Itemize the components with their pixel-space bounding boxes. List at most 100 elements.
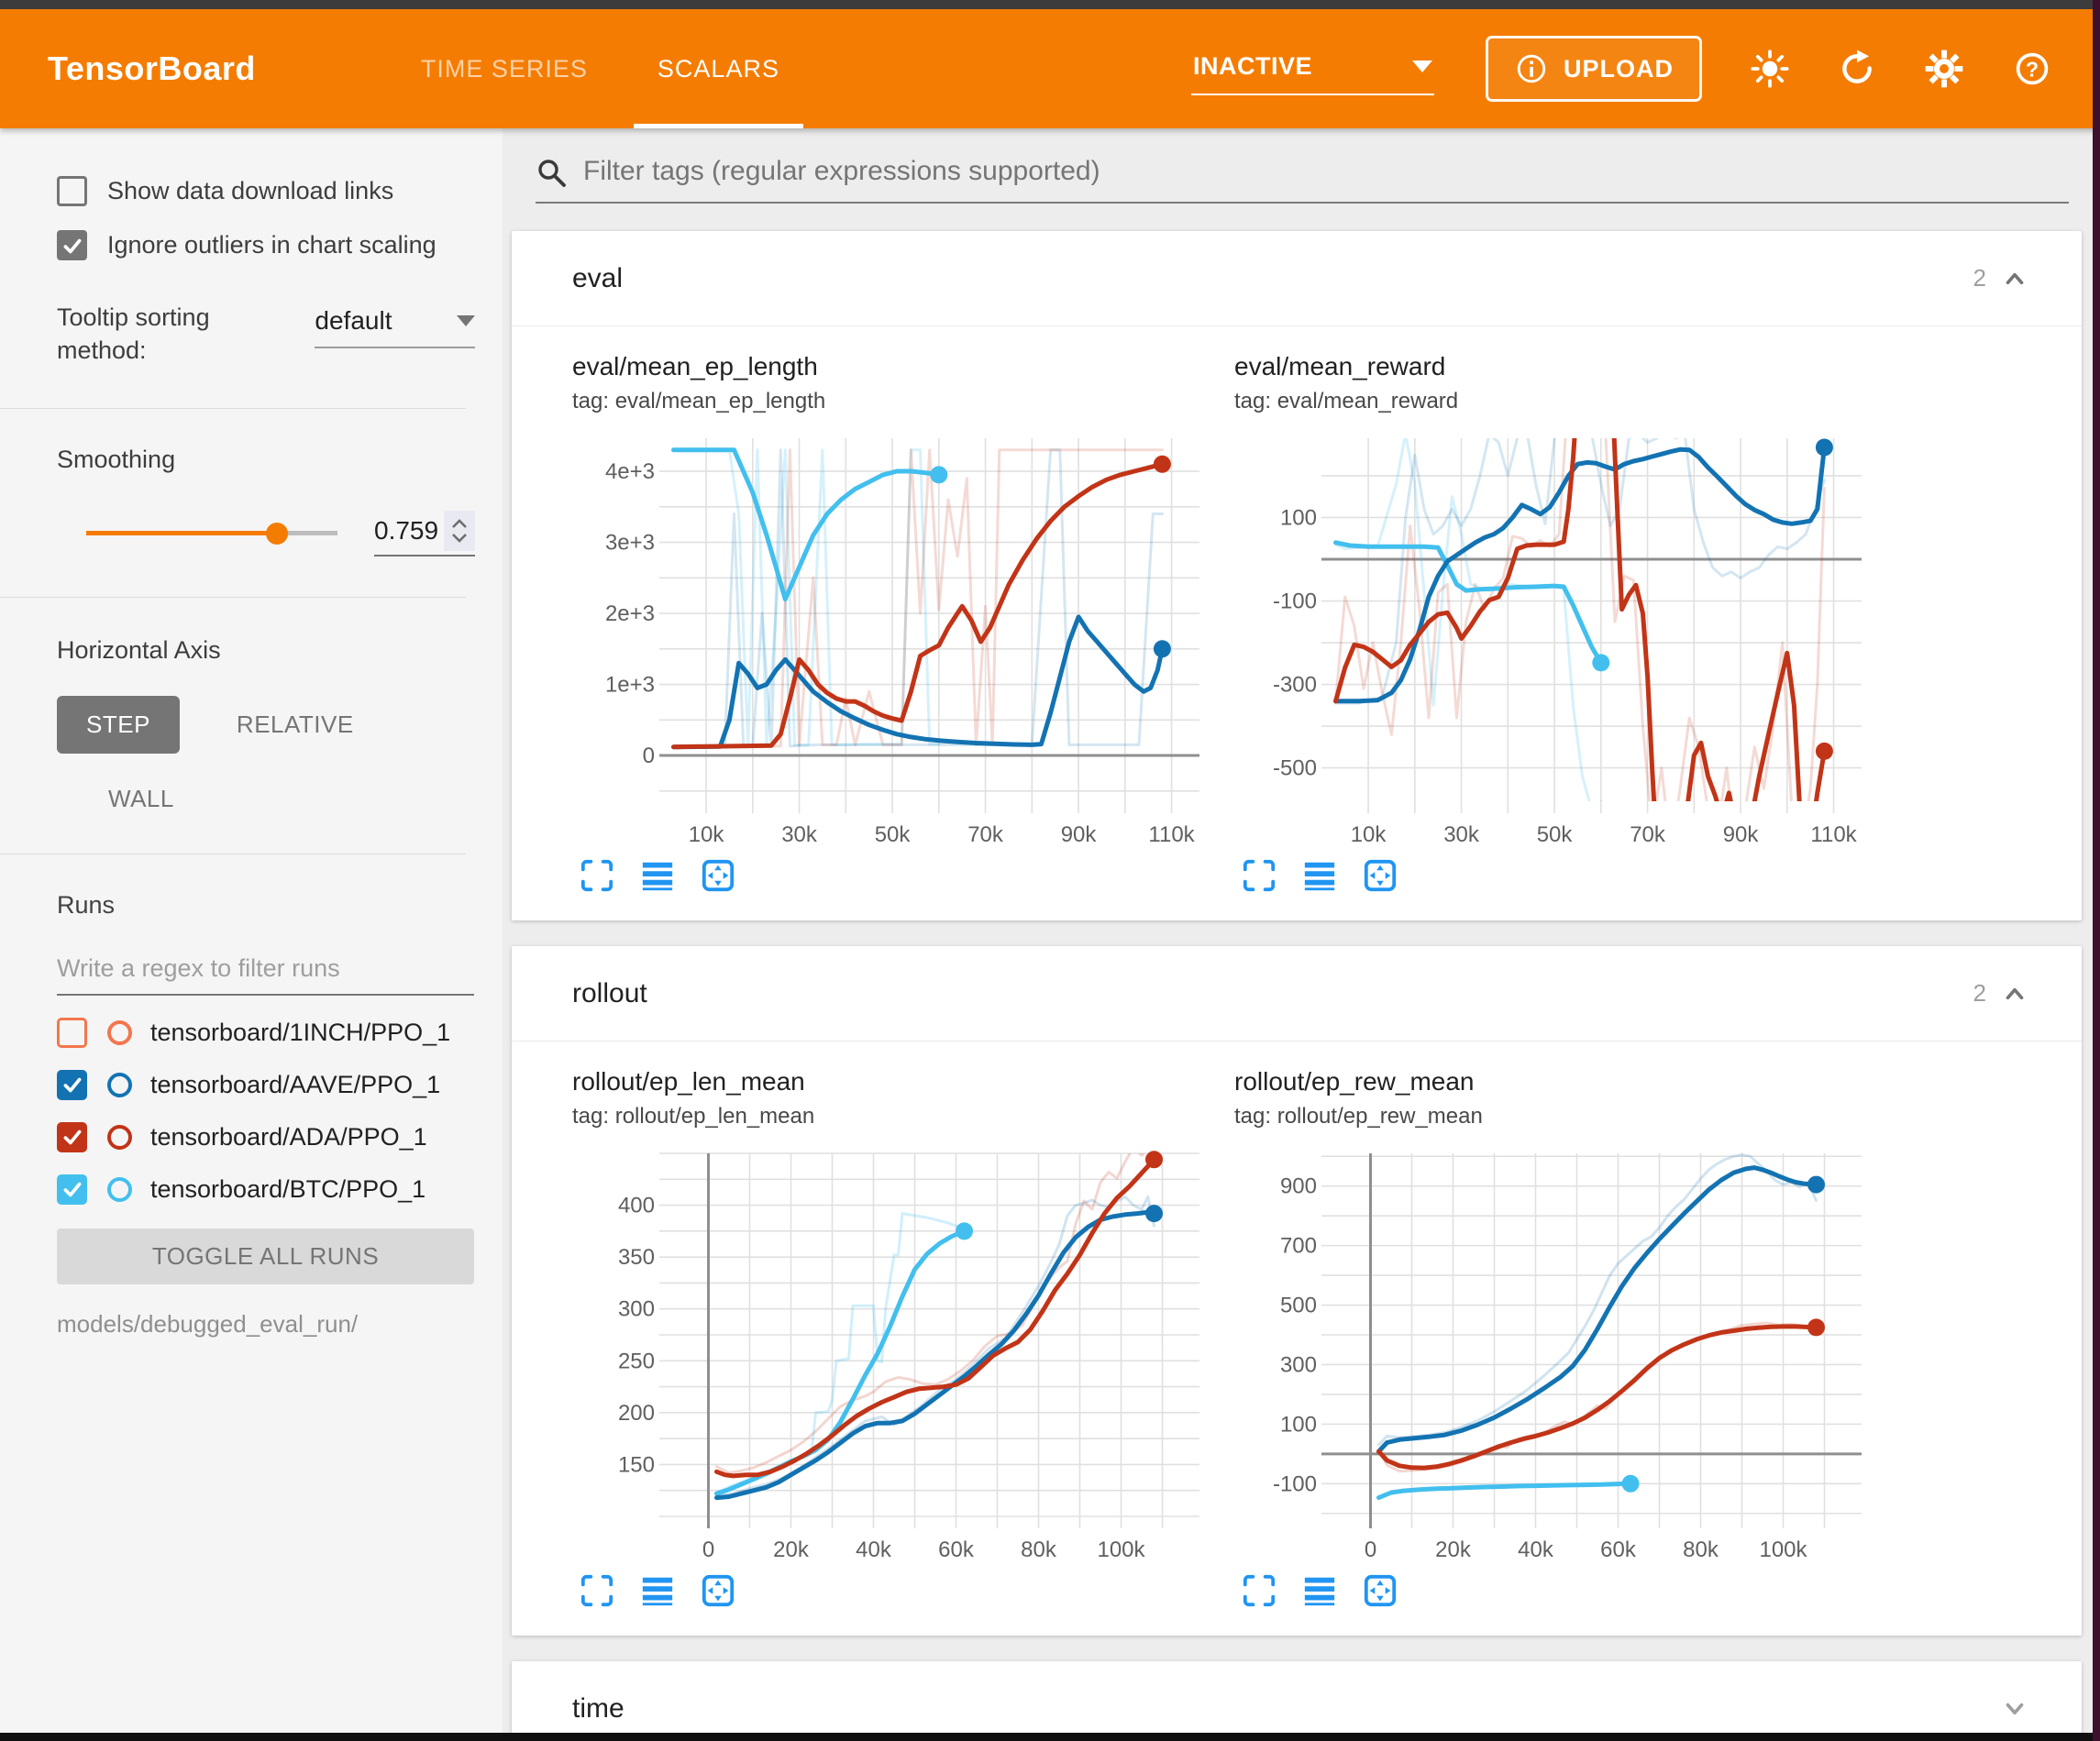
run-label: tensorboard/BTC/PPO_1 [150,1175,426,1204]
svg-text:400: 400 [618,1194,655,1218]
fullscreen-icon[interactable] [1242,1573,1277,1608]
chart-title: rollout/ep_rew_mean [1234,1067,1876,1096]
fullscreen-icon[interactable] [580,1573,614,1608]
upload-label: UPLOAD [1564,55,1674,83]
tab-scalars[interactable]: SCALARS [623,9,814,128]
chart-actions [1234,858,1876,893]
status-dropdown[interactable]: INACTIVE [1191,43,1434,95]
section-eval-charts: eval/mean_ep_length tag: eval/mean_ep_le… [512,326,2082,920]
runs-table-icon[interactable] [640,1573,675,1608]
fit-data-icon[interactable] [701,858,735,893]
section-eval: eval 2 eval/mean_ep_length tag: eval/mea… [512,231,2082,920]
svg-text:100: 100 [1280,505,1317,530]
run-checkbox[interactable] [57,1018,87,1048]
sidebar-divider [0,408,466,409]
help-icon[interactable]: ? [2012,49,2052,89]
svg-text:-500: -500 [1273,756,1317,781]
stepper-icon[interactable] [444,511,475,551]
axis-step-button[interactable]: STEP [57,696,180,754]
sidebar-divider [0,597,466,598]
smoothing-slider[interactable] [86,531,337,535]
ignore-outliers-label: Ignore outliers in chart scaling [107,231,437,259]
ignore-outliers-checkbox[interactable] [57,230,87,260]
refresh-icon[interactable] [1838,50,1876,88]
run-color-circle [107,1177,132,1202]
run-row[interactable]: tensorboard/AAVE/PPO_1 [57,1070,475,1100]
svg-text:90k: 90k [1723,822,1760,847]
smoothing-label: Smoothing [57,446,475,474]
upload-button[interactable]: UPLOAD [1486,36,1702,102]
runs-table-icon[interactable] [640,858,675,893]
fit-data-icon[interactable] [701,1573,735,1608]
section-rollout-header[interactable]: rollout 2 [512,946,2082,1041]
chart-plot[interactable]: 10k30k50k70k90k110k01e+32e+33e+34e+3 [572,427,1214,851]
section-eval-header[interactable]: eval 2 [512,231,2082,326]
chevron-down-icon[interactable] [2001,1695,2028,1723]
horizontal-axis-label: Horizontal Axis [57,636,475,665]
svg-text:110k: 110k [1810,822,1857,847]
runs-root-path: models/debugged_eval_run/ [57,1310,475,1339]
svg-text:20k: 20k [773,1537,810,1562]
chevron-up-icon[interactable] [2001,980,2028,1008]
axis-relative-button[interactable]: RELATIVE [237,711,354,739]
fit-data-icon[interactable] [1363,1573,1398,1608]
run-checkbox[interactable] [57,1070,87,1100]
svg-text:60k: 60k [1600,1537,1637,1562]
svg-text:300: 300 [618,1297,655,1322]
smoothing-value-field[interactable]: 0.759 [374,511,475,556]
runs-filter-input[interactable] [57,945,474,996]
chevron-up-icon[interactable] [2001,265,2028,292]
app-header: TensorBoard TIME SERIES SCALARS INACTIVE… [0,9,2100,128]
section-rollout: rollout 2 rollout/ep_len_mean tag: rollo… [512,946,2082,1636]
info-icon [1514,51,1549,86]
chart-plot[interactable]: 020k40k60k80k100k150200250300350400 [572,1142,1214,1566]
section-rollout-charts: rollout/ep_len_mean tag: rollout/ep_len_… [512,1041,2082,1636]
ignore-outliers-row[interactable]: Ignore outliers in chart scaling [57,230,475,260]
slider-thumb[interactable] [266,523,288,545]
header-actions: INACTIVE UPLOAD [1191,36,2052,102]
fullscreen-icon[interactable] [580,858,614,893]
run-color-circle [107,1125,132,1150]
runs-table-icon[interactable] [1302,1573,1337,1608]
chart-plot[interactable]: 10k30k50k70k90k110k100-100-300-500 [1234,427,1876,851]
chart-block: eval/mean_ep_length tag: eval/mean_ep_le… [572,352,1214,893]
run-checkbox[interactable] [57,1174,87,1205]
brightness-icon[interactable] [1750,49,1790,89]
chart-tag: tag: eval/mean_ep_length [572,389,1214,414]
svg-text:150: 150 [618,1452,655,1477]
svg-text:-100: -100 [1273,590,1317,614]
fit-data-icon[interactable] [1363,858,1398,893]
axis-wall-button[interactable]: WALL [108,785,174,813]
svg-text:30k: 30k [781,822,818,847]
content-area: Show data download links Ignore outliers… [0,128,2093,1733]
svg-text:900: 900 [1280,1174,1317,1199]
chart-plot[interactable]: 020k40k60k80k100k-100100300500700900 [1234,1142,1876,1566]
filter-tags-input[interactable] [583,156,2069,191]
run-row[interactable]: tensorboard/1INCH/PPO_1 [57,1018,475,1048]
chart-tag: tag: rollout/ep_rew_mean [1234,1104,1876,1129]
chart-title: eval/mean_ep_length [572,352,1214,381]
gear-icon[interactable] [1924,49,1964,89]
svg-text:4e+3: 4e+3 [605,459,655,484]
toggle-all-runs-button[interactable]: TOGGLE ALL RUNS [57,1229,474,1284]
tab-time-series[interactable]: TIME SERIES [386,9,623,128]
chart-title: rollout/ep_len_mean [572,1067,1214,1096]
fullscreen-icon[interactable] [1242,858,1277,893]
window-scrollbar-track[interactable] [2093,0,2100,1741]
run-checkbox[interactable] [57,1122,87,1152]
run-row[interactable]: tensorboard/ADA/PPO_1 [57,1122,475,1152]
show-download-links-row[interactable]: Show data download links [57,176,475,206]
tooltip-sorting-select[interactable]: default [315,306,475,348]
dashboard-main: eval 2 eval/mean_ep_length tag: eval/mea… [503,128,2093,1733]
show-download-links-checkbox[interactable] [57,176,87,206]
svg-text:40k: 40k [1518,1537,1554,1562]
svg-text:20k: 20k [1435,1537,1472,1562]
svg-text:70k: 70k [967,822,1004,847]
section-time-header[interactable]: time [512,1661,2082,1733]
svg-text:?: ? [2026,57,2039,81]
tensorboard-app: TensorBoard TIME SERIES SCALARS INACTIVE… [0,0,2100,1741]
run-row[interactable]: tensorboard/BTC/PPO_1 [57,1174,475,1205]
runs-table-icon[interactable] [1302,858,1337,893]
run-color-circle [107,1020,132,1045]
svg-text:0: 0 [1365,1537,1376,1562]
